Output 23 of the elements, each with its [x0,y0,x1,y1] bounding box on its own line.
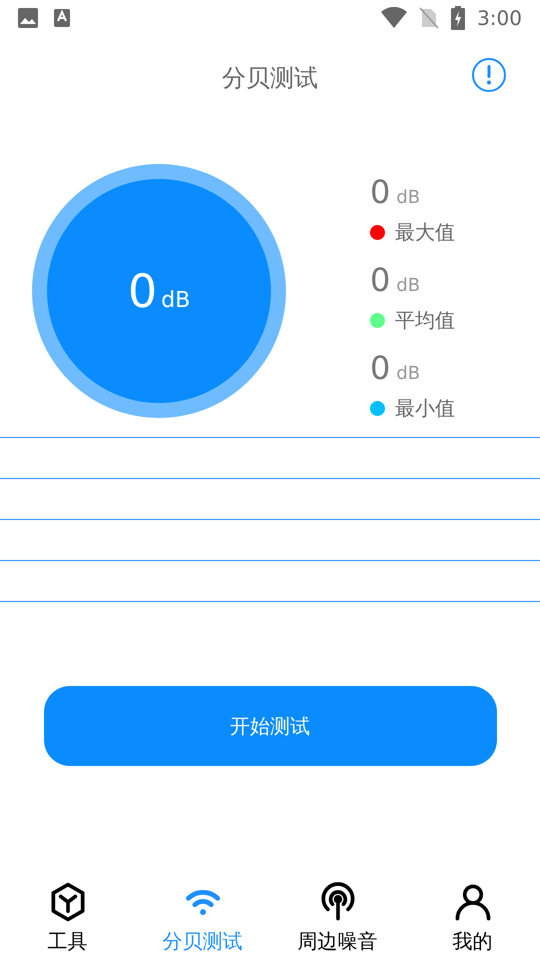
stat-value: 0 [370,172,390,213]
stat-value: 0 [370,260,390,301]
stat-unit: dB [396,274,420,298]
no-sim-icon [419,7,440,29]
page-title: 分贝测试 [222,63,318,94]
gauge-value: 0 [128,262,158,320]
stat-unit: dB [396,186,420,210]
keyboard-a-icon [54,9,70,27]
nav-tab[interactable]: 周边噪音 [270,870,405,956]
nav-tab[interactable]: 我的 [405,870,540,956]
stat-label: 最大值 [395,219,455,246]
info-button[interactable] [472,58,506,92]
stat-value: 0 [370,348,390,389]
exclamation-icon [486,65,492,85]
nav-tab[interactable]: 工具 [0,870,135,956]
image-icon [18,8,38,28]
status-time: 3:00 [477,5,522,32]
gauge-unit: dB [161,286,190,314]
battery-charging-icon [451,6,466,30]
stat-label: 平均值 [395,307,455,334]
wifi-signal-icon [381,7,408,29]
stat-label: 最小值 [395,395,455,422]
stat-unit: dB [396,362,420,386]
